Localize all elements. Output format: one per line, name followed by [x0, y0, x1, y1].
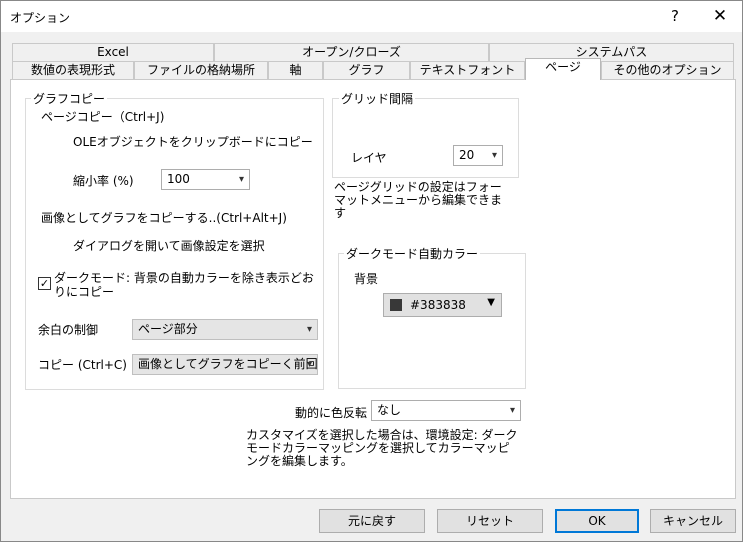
help-button[interactable]: ?: [653, 1, 697, 32]
close-button[interactable]: ✕: [698, 1, 742, 32]
copy-label: コピー (Ctrl+C): [38, 358, 127, 372]
tab-text-font[interactable]: テキストフォント: [410, 61, 525, 79]
background-color-button[interactable]: #383838 ▼: [383, 293, 502, 317]
tab-graph[interactable]: グラフ: [323, 61, 410, 79]
scale-value: 100: [167, 172, 190, 186]
layer-label: レイヤ: [351, 151, 387, 165]
scale-combo[interactable]: 100 ▾: [161, 169, 250, 190]
tab-page[interactable]: ページ: [525, 58, 601, 80]
image-copy-label: 画像としてグラフをコピーする..(Ctrl+Alt+J): [41, 211, 287, 225]
dark-mode-color-title: ダークモード自動カラー: [344, 245, 481, 262]
color-swatch: [390, 299, 402, 311]
chevron-down-icon: ▾: [306, 324, 312, 335]
grid-note: ページグリッドの設定はフォーマットメニューから編集できます: [334, 180, 503, 220]
tab-open-close[interactable]: オープン/クローズ: [214, 43, 489, 61]
layer-value: 20: [459, 148, 475, 162]
title-bar: オプション ? ✕: [1, 1, 742, 32]
background-color-value: #383838: [410, 298, 466, 312]
background-label: 背景: [354, 272, 379, 286]
ole-copy-note: OLEオブジェクトをクリップボードにコピー: [73, 135, 313, 149]
margin-value: ページ部分: [138, 322, 198, 336]
reset-button[interactable]: リセット: [437, 509, 543, 533]
dynamic-invert-combo[interactable]: なし ▾: [371, 400, 521, 421]
window-title: オプション: [10, 11, 71, 25]
tab-axis[interactable]: 軸: [268, 61, 323, 79]
cancel-button[interactable]: キャンセル: [650, 509, 736, 533]
copy-value: 画像としてグラフをコピーく前回と: [138, 357, 318, 371]
options-dialog: オプション ? ✕ Excel オープン/クローズ システムパス 数値の表現形式…: [0, 0, 743, 542]
dynamic-invert-note: カスタマイズを選択した場合は、環境設定: ダークモードカラーマッピングを選択して…: [246, 428, 518, 468]
dynamic-invert-value: なし: [377, 403, 402, 417]
tab-file-locations[interactable]: ファイルの格納場所: [134, 61, 268, 79]
tab-number-format[interactable]: 数値の表現形式: [12, 61, 134, 79]
chevron-down-icon: ▾: [491, 150, 497, 161]
scale-label: 縮小率 (%): [73, 174, 134, 188]
dynamic-invert-label: 動的に色反転: [295, 406, 368, 420]
image-copy-note: ダイアログを開いて画像設定を選択: [73, 239, 265, 253]
dropdown-arrow-icon: ▼: [487, 297, 495, 308]
graph-copy-title: グラフコピー: [31, 90, 108, 107]
dark-mode-copy-label: ダークモード: 背景の自動カラーを除き表示どおりにコピー: [54, 271, 314, 299]
layer-combo[interactable]: 20 ▾: [453, 145, 503, 166]
copy-combo[interactable]: 画像としてグラフをコピーく前回と ▾: [132, 354, 318, 375]
tab-other-options[interactable]: その他のオプション: [601, 61, 734, 79]
page-copy-label: ページコピー（Ctrl+J): [41, 110, 165, 124]
margin-combo[interactable]: ページ部分 ▾: [132, 319, 318, 340]
dark-mode-copy-checkbox[interactable]: ✓: [38, 277, 51, 290]
chevron-down-icon: ▾: [238, 174, 244, 185]
revert-button[interactable]: 元に戻す: [319, 509, 425, 533]
margin-label: 余白の制御: [38, 323, 99, 337]
ok-button[interactable]: OK: [555, 509, 639, 533]
grid-group: [332, 98, 519, 178]
chevron-down-icon: ▾: [509, 405, 515, 416]
grid-title: グリッド間隔: [339, 90, 416, 107]
chevron-down-icon: ▾: [306, 359, 312, 370]
tab-excel[interactable]: Excel: [12, 43, 214, 61]
